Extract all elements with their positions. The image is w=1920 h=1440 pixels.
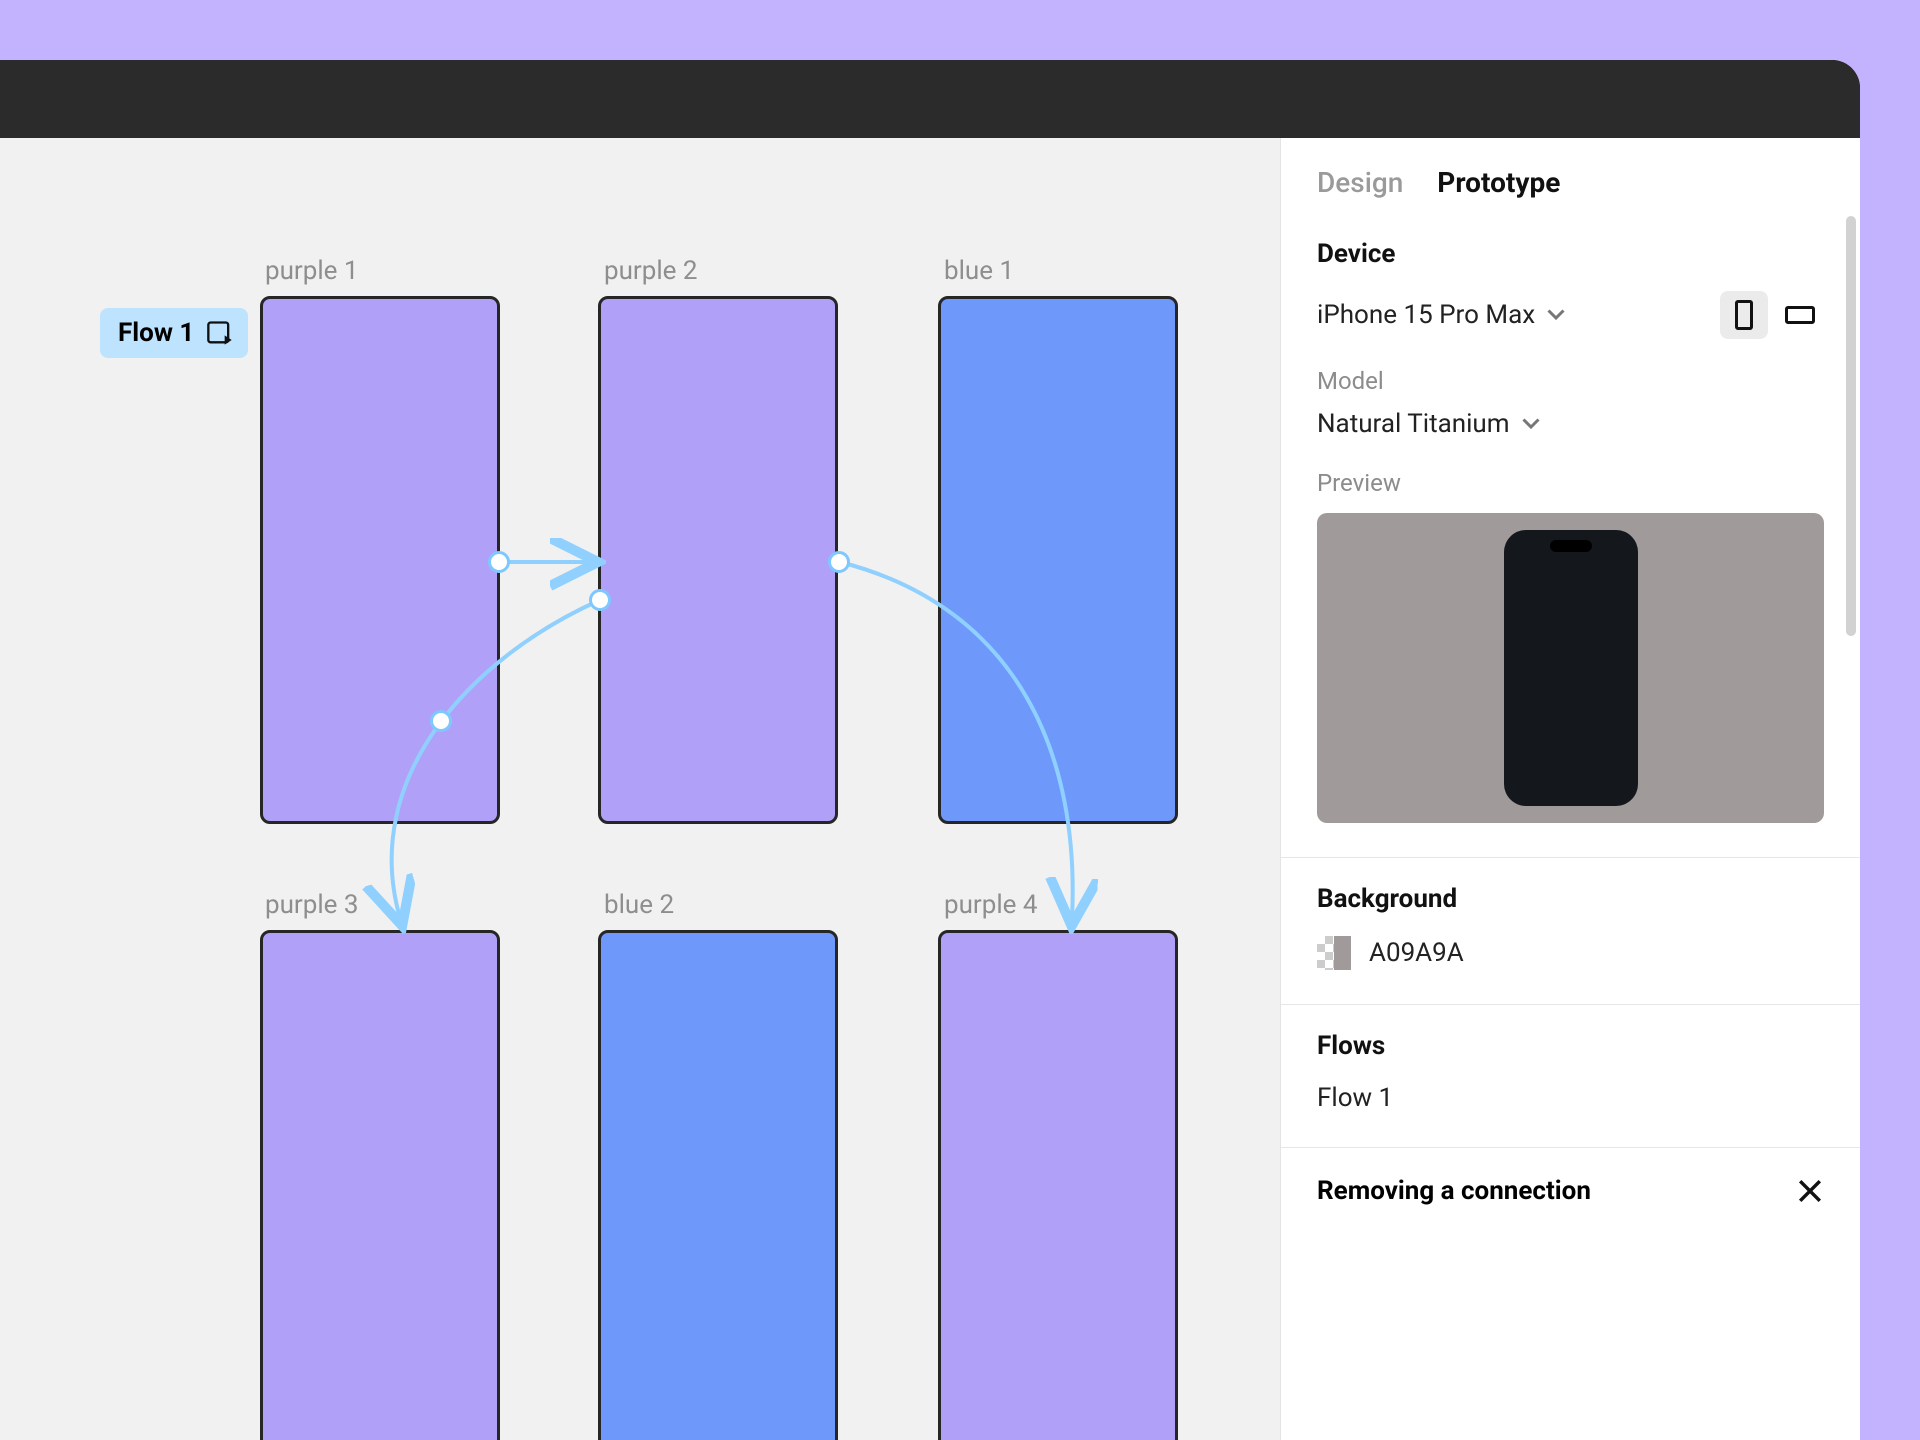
notification-title: Removing a connection xyxy=(1317,1176,1591,1206)
scrollbar[interactable] xyxy=(1846,216,1856,636)
device-preview xyxy=(1317,513,1824,823)
orientation-toggle xyxy=(1720,291,1824,339)
device-section: Device iPhone 15 Pro Max Model Natural T… xyxy=(1281,213,1860,858)
background-hex[interactable]: A09A9A xyxy=(1369,938,1464,968)
background-swatch[interactable] xyxy=(1317,936,1351,970)
connection-node[interactable] xyxy=(430,710,452,732)
tab-design[interactable]: Design xyxy=(1317,166,1403,199)
orientation-landscape[interactable] xyxy=(1776,291,1824,339)
preview-label: Preview xyxy=(1317,469,1824,497)
connection-node[interactable] xyxy=(589,589,611,611)
tab-prototype[interactable]: Prototype xyxy=(1437,166,1560,199)
background-heading: Background xyxy=(1317,884,1824,914)
model-dropdown[interactable]: Natural Titanium xyxy=(1317,409,1540,439)
flow-item[interactable]: Flow 1 xyxy=(1317,1083,1824,1113)
orientation-portrait[interactable] xyxy=(1720,291,1768,339)
inspector-panel: Design Prototype Device iPhone 15 Pro Ma… xyxy=(1280,138,1860,1440)
device-heading: Device xyxy=(1317,239,1824,269)
phone-mockup xyxy=(1504,530,1638,806)
connections-layer xyxy=(0,138,1280,1440)
content-area: Flow 1 purple 1 purple 2 blue 1 purple 3… xyxy=(0,138,1860,1440)
app-window: Flow 1 purple 1 purple 2 blue 1 purple 3… xyxy=(0,60,1860,1440)
connection-node[interactable] xyxy=(488,551,510,573)
flows-section: Flows Flow 1 xyxy=(1281,1005,1860,1148)
flows-heading: Flows xyxy=(1317,1031,1824,1061)
notification-bar: Removing a connection xyxy=(1281,1148,1860,1206)
chevron-down-icon xyxy=(1547,306,1565,324)
model-selected: Natural Titanium xyxy=(1317,409,1510,439)
scrollbar-thumb[interactable] xyxy=(1846,216,1856,636)
connection-node[interactable] xyxy=(828,551,850,573)
prototype-canvas[interactable]: Flow 1 purple 1 purple 2 blue 1 purple 3… xyxy=(0,138,1280,1440)
model-label: Model xyxy=(1317,367,1824,395)
panel-tabs: Design Prototype xyxy=(1281,138,1860,213)
background-section: Background A09A9A xyxy=(1281,858,1860,1005)
device-dropdown[interactable]: iPhone 15 Pro Max xyxy=(1317,300,1565,330)
titlebar xyxy=(0,60,1860,138)
chevron-down-icon xyxy=(1522,415,1540,433)
close-icon[interactable] xyxy=(1796,1177,1824,1205)
device-selected: iPhone 15 Pro Max xyxy=(1317,300,1535,330)
